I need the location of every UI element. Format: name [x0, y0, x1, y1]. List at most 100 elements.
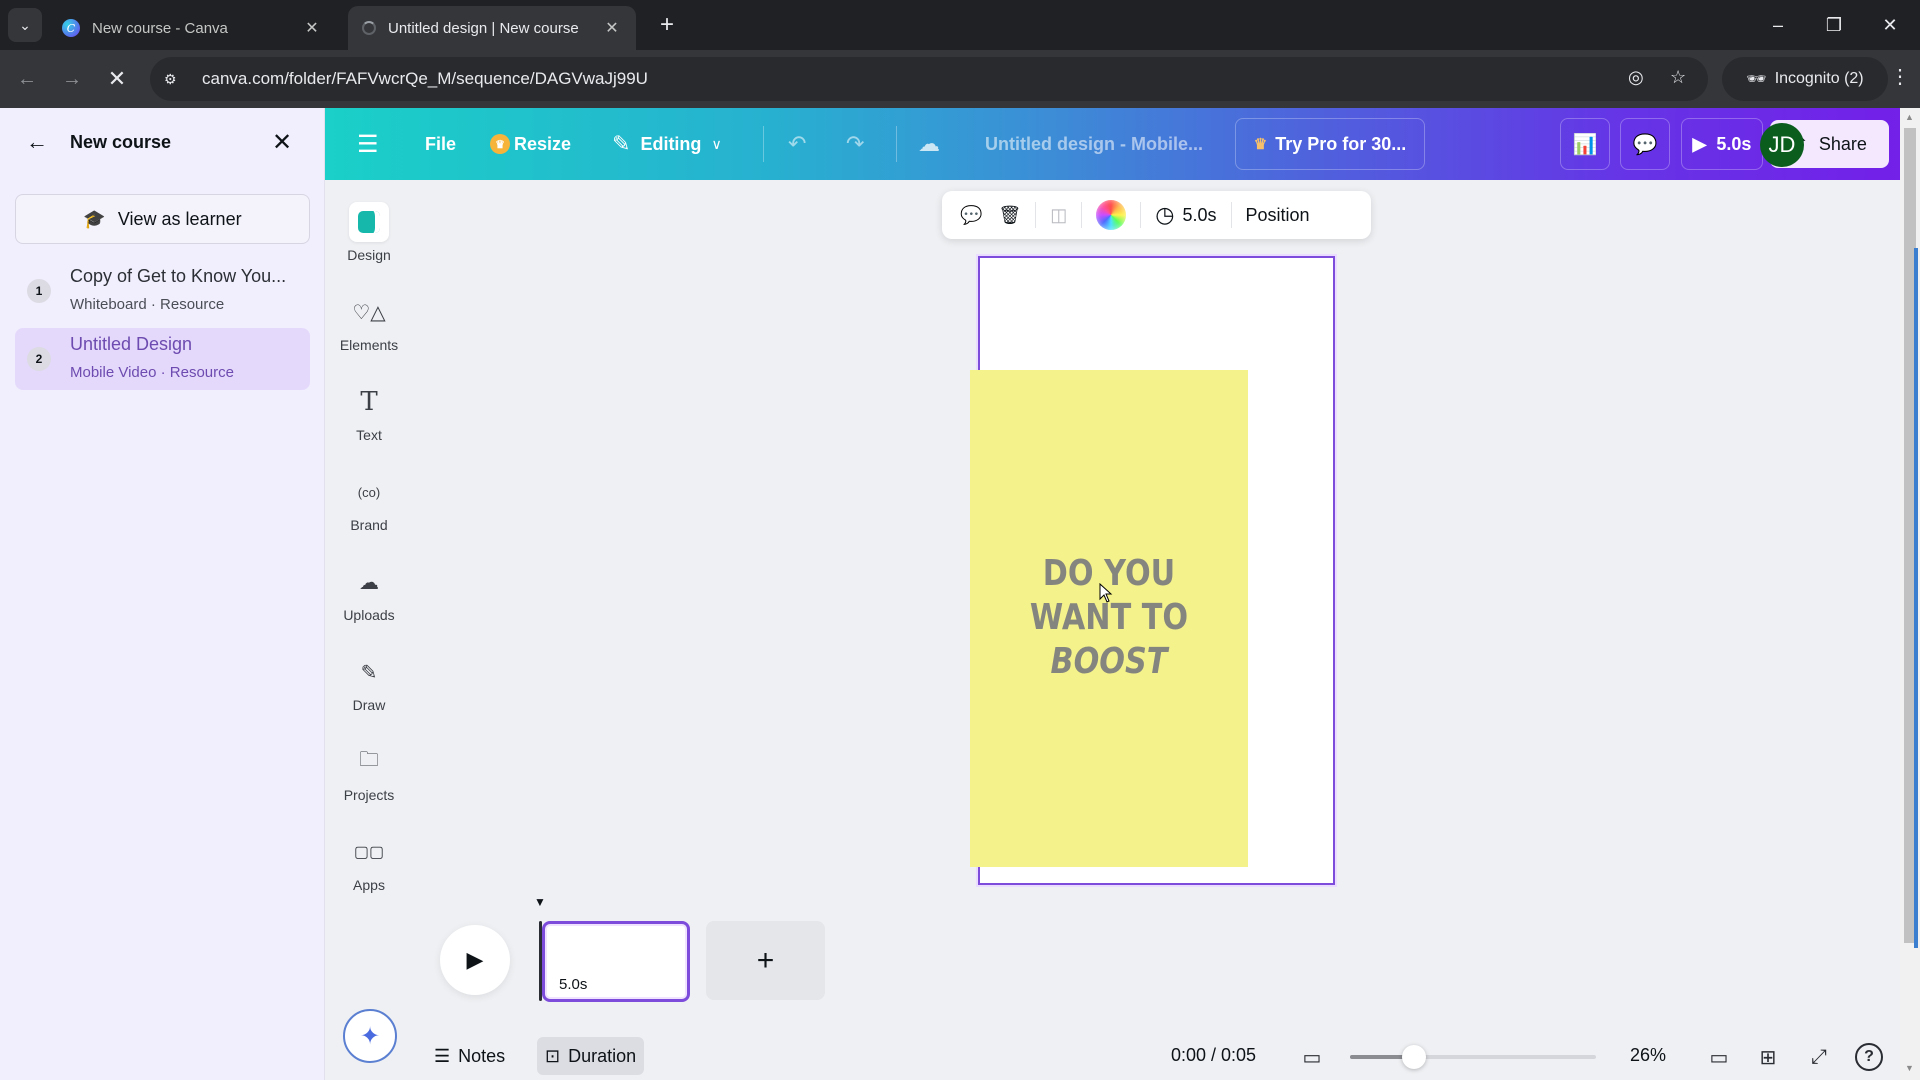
rail-item-draw[interactable]: ✎ Draw: [325, 652, 413, 732]
editing-mode-dropdown[interactable]: ✎ Editing ∨: [612, 108, 722, 180]
page-view-icon[interactable]: ▭: [1705, 1043, 1733, 1071]
cloud-saved-icon[interactable]: ☁: [918, 108, 940, 180]
sparkle-icon: ✦: [359, 1022, 381, 1050]
magic-assistant-button[interactable]: ✦: [343, 1009, 397, 1063]
brand-icon: (co): [357, 484, 381, 500]
stop-loading-button[interactable]: ✕: [100, 62, 134, 96]
play-duration: 5.0s: [1716, 133, 1752, 154]
timing-button[interactable]: ◷ 5.0s: [1147, 197, 1224, 233]
browser-tab-2[interactable]: Untitled design | New course ✕: [348, 6, 636, 50]
elements-icon: ♡△: [352, 301, 386, 324]
course-item-number: 1: [27, 279, 51, 303]
present-play-button[interactable]: ▶ 5.0s: [1681, 118, 1763, 170]
view-as-learner-button[interactable]: 🎓 View as learner: [15, 194, 310, 244]
divider: [896, 126, 897, 162]
course-item[interactable]: 1 Copy of Get to Know You... Whiteboard …: [15, 260, 310, 322]
new-tab-button[interactable]: +: [652, 10, 682, 40]
close-panel-icon[interactable]: ✕: [272, 128, 292, 157]
chevron-down-icon: ⌄: [19, 16, 31, 33]
scroll-up-arrow-icon[interactable]: ▲: [1905, 112, 1914, 122]
zoom-slider-thumb[interactable]: [1401, 1045, 1426, 1069]
color-wheel-icon: [1096, 200, 1127, 230]
color-picker-button[interactable]: [1088, 197, 1134, 233]
duration-label: Duration: [568, 1045, 637, 1066]
zoom-percent[interactable]: 26%: [1630, 1045, 1666, 1066]
help-icon[interactable]: ?: [1855, 1043, 1883, 1071]
tab-title: New course - Canva: [92, 19, 228, 37]
timeline-view-icon[interactable]: ▭: [1298, 1043, 1326, 1071]
bookmark-star-icon[interactable]: ☆: [1670, 67, 1686, 88]
clip-duration: 5.0s: [559, 976, 588, 993]
rail-item-text[interactable]: T Text: [325, 382, 413, 462]
rail-item-apps[interactable]: ▢▢ Apps: [325, 832, 413, 912]
split-page-icon[interactable]: ◫: [1042, 197, 1075, 233]
plus-icon: +: [756, 943, 775, 977]
address-bar[interactable]: ⚙ canva.com/folder/FAFVwcrQe_M/sequence/…: [150, 57, 1708, 101]
timeline-clip[interactable]: 5.0s: [542, 921, 690, 1002]
close-tab-icon[interactable]: ✕: [302, 18, 322, 38]
minimize-button[interactable]: –: [1750, 0, 1806, 50]
timeline-play-button[interactable]: ▶: [440, 925, 510, 995]
comment-icon: 💬: [1632, 133, 1658, 156]
insights-button[interactable]: 📊: [1560, 118, 1610, 170]
file-label: File: [425, 133, 457, 154]
fullscreen-icon[interactable]: ⤢: [1805, 1043, 1833, 1071]
tab-search-button[interactable]: ⌄: [8, 8, 42, 42]
divider: [1230, 202, 1232, 228]
user-avatar[interactable]: JD: [1760, 123, 1804, 167]
back-arrow-icon[interactable]: ←: [26, 129, 48, 155]
forward-button[interactable]: →: [55, 62, 89, 96]
duration-button[interactable]: ⊡ Duration: [537, 1037, 645, 1075]
design-title[interactable]: Untitled design - Mobile...: [985, 108, 1203, 180]
browser-tab-1[interactable]: C New course - Canva ✕: [48, 6, 336, 50]
draw-pen-icon: ✎: [360, 661, 378, 684]
try-pro-button[interactable]: ♛ Try Pro for 30...: [1235, 118, 1425, 170]
comments-button[interactable]: 💬: [1620, 118, 1670, 170]
headline-text-element[interactable]: DO YOU WANT TO BOOST: [992, 552, 1226, 684]
position-button[interactable]: Position: [1238, 197, 1318, 233]
incognito-icon: 🕶: [1746, 71, 1767, 88]
course-item-selected[interactable]: 2 Untitled Design Mobile Video · Resourc…: [15, 328, 310, 390]
headline-line: BOOST: [1050, 641, 1168, 682]
add-page-button[interactable]: +: [706, 921, 825, 1000]
rail-label: Apps: [353, 877, 385, 893]
close-window-button[interactable]: ✕: [1862, 0, 1918, 50]
zoom-slider[interactable]: [1350, 1045, 1596, 1069]
back-button[interactable]: ←: [10, 62, 44, 96]
restore-button[interactable]: ❐: [1806, 0, 1862, 50]
chevron-down-icon: ∨: [711, 135, 722, 152]
add-comment-icon[interactable]: 💬: [952, 197, 990, 233]
play-icon: ▶: [1692, 133, 1707, 154]
vertical-scrollbar[interactable]: ▲ ▼: [1900, 108, 1920, 1080]
notes-label: Notes: [458, 1045, 506, 1066]
delete-trash-icon[interactable]: 🗑: [990, 197, 1029, 233]
eye-off-icon[interactable]: ◎: [1628, 67, 1644, 88]
grid-view-icon[interactable]: ⊞: [1754, 1043, 1782, 1071]
file-menu-button[interactable]: File: [425, 108, 456, 180]
rail-label: Text: [356, 427, 382, 443]
notes-button[interactable]: ☰ Notes: [426, 1037, 513, 1075]
rail-item-projects[interactable]: 🗀 Projects: [325, 742, 413, 822]
bar-chart-icon: 📊: [1572, 133, 1598, 156]
tab-title: Untitled design | New course: [388, 19, 579, 37]
incognito-profile-button[interactable]: 🕶 Incognito (2): [1722, 57, 1888, 101]
resize-button[interactable]: ♛ Resize: [490, 108, 571, 180]
main-menu-icon[interactable]: ☰: [357, 108, 379, 180]
text-icon: T: [360, 387, 378, 417]
rail-item-uploads[interactable]: ☁ Uploads: [325, 562, 413, 642]
rail-item-design[interactable]: Design: [325, 202, 413, 282]
editor-header: ☰ File ♛ Resize ✎ Editing ∨ ↶ ↷ ☁ Untitl…: [325, 108, 1900, 180]
graduation-cap-icon: 🎓: [83, 208, 106, 229]
rail-item-brand[interactable]: (co) Brand: [325, 472, 413, 552]
undo-icon[interactable]: ↶: [788, 108, 806, 180]
folder-icon: 🗀: [359, 749, 379, 771]
site-settings-icon[interactable]: ⚙: [164, 71, 190, 88]
url-text[interactable]: canva.com/folder/FAFVwcrQe_M/sequence/DA…: [202, 69, 648, 89]
redo-icon[interactable]: ↷: [846, 108, 864, 180]
browser-menu-icon[interactable]: ⋮: [1890, 64, 1910, 89]
scroll-down-arrow-icon[interactable]: ▼: [1905, 1063, 1914, 1073]
close-tab-icon[interactable]: ✕: [602, 18, 622, 38]
divider: [763, 126, 764, 162]
playhead-handle-icon[interactable]: ▼: [534, 896, 546, 908]
rail-item-elements[interactable]: ♡△ Elements: [325, 292, 413, 372]
